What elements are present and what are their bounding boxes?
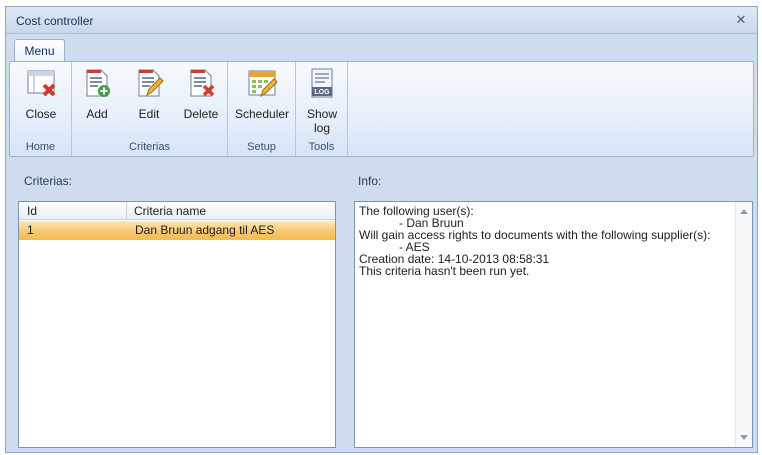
ribbon-group-home: Close Home (10, 62, 72, 156)
group-label-home: Home (25, 141, 56, 153)
scheduler-button-label: Scheduler (235, 107, 290, 121)
add-document-icon (86, 69, 110, 97)
info-textbox[interactable]: The following user(s): - Dan Bruun Will … (354, 201, 753, 448)
cost-controller-window: Cost controller ✕ Menu Close Home Add Ed… (5, 6, 758, 453)
ribbon-tab-strip: Menu (6, 35, 757, 62)
row-id-cell: 1 (27, 223, 34, 237)
criterias-label: Criterias: (24, 174, 73, 188)
ribbon-group-setup: Scheduler Setup (228, 62, 296, 156)
edit-button-label: Edit (138, 107, 160, 121)
close-document-icon (27, 70, 56, 97)
scheduler-button[interactable]: Scheduler (235, 67, 289, 137)
ribbon-group-criterias: Add Edit Delete Criterias (72, 62, 228, 156)
title-bar: Cost controller ✕ (6, 7, 757, 34)
delete-document-icon (190, 69, 215, 97)
close-button[interactable]: Close (20, 67, 62, 137)
table-row[interactable]: 1 Dan Bruun adgang til AES (19, 221, 335, 240)
column-header-id[interactable]: Id (19, 202, 127, 220)
ribbon-group-tools: LOG Show log Tools (296, 62, 348, 156)
grid-header: Id Criteria name (19, 202, 335, 220)
column-header-criteria-name[interactable]: Criteria name (127, 202, 335, 220)
window-close-icon[interactable]: ✕ (733, 12, 749, 28)
show-log-button[interactable]: LOG Show log (301, 67, 343, 137)
tab-menu[interactable]: Menu (14, 39, 65, 62)
add-button-label: Add (86, 107, 108, 121)
window-title: Cost controller (16, 14, 94, 28)
log-badge-text: LOG (314, 89, 330, 96)
info-line: This criteria hasn't been run yet. (359, 264, 530, 278)
edit-button[interactable]: Edit (128, 67, 170, 137)
group-label-tools: Tools (308, 141, 335, 153)
close-button-label: Close (25, 107, 57, 121)
show-log-button-label: Show log (306, 107, 338, 135)
scroll-down-icon[interactable] (740, 435, 748, 440)
scheduler-icon (248, 70, 278, 98)
ribbon: Close Home Add Edit Delete Criterias Sch… (9, 61, 754, 157)
add-button[interactable]: Add (76, 67, 118, 137)
row-name-cell: Dan Bruun adgang til AES (135, 223, 275, 237)
group-label-criterias: Criterias (129, 141, 170, 153)
info-label: Info: (358, 174, 382, 188)
edit-document-icon (138, 69, 164, 97)
delete-button[interactable]: Delete (180, 67, 222, 137)
info-scrollbar[interactable] (735, 202, 752, 447)
info-text: The following user(s): - Dan Bruun Will … (359, 205, 734, 277)
criterias-grid[interactable]: Id Criteria name 1 Dan Bruun adgang til … (18, 201, 336, 448)
scroll-up-icon[interactable] (740, 209, 748, 214)
delete-button-label: Delete (183, 107, 219, 121)
group-label-setup: Setup (247, 141, 276, 153)
log-icon: LOG (311, 68, 333, 98)
